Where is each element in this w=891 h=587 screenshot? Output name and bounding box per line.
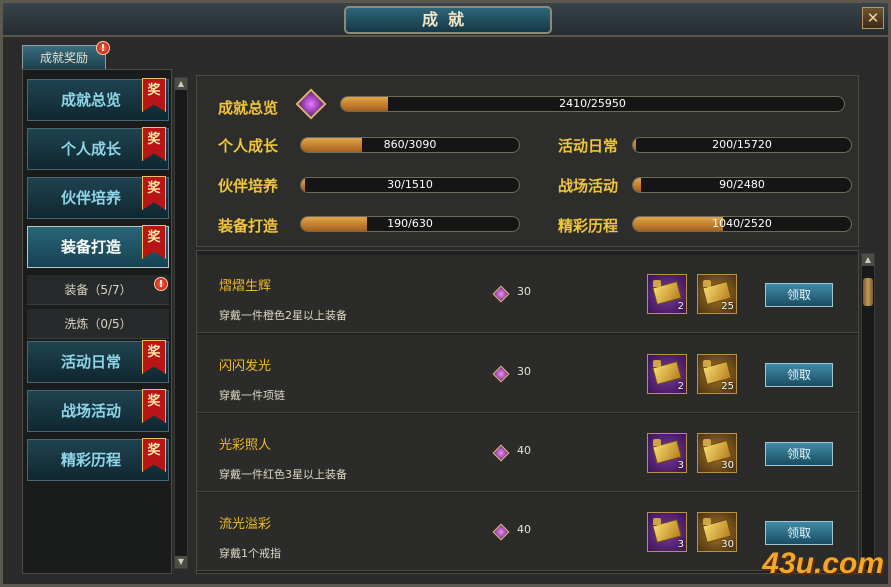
overview-total-bar: 2410/25950 [340, 96, 845, 112]
reward-count: 3 [677, 539, 684, 550]
point-gem-icon [492, 285, 510, 303]
overview-item-label: 活动日常 [558, 137, 619, 155]
scroll-up-icon[interactable]: ▲ [862, 254, 874, 266]
overview-item-bar: 90/2480 [632, 177, 852, 193]
overview-item-bar: 860/3090 [300, 137, 520, 153]
reward-scroll-item[interactable]: 25 [697, 354, 737, 394]
achievement-desc: 穿戴一件项链 [219, 389, 285, 402]
progress-text: 30/1510 [387, 178, 433, 191]
lock-icon [653, 518, 661, 525]
watermark-logo: 43u.com [762, 547, 884, 580]
progress-text: 860/3090 [383, 138, 437, 151]
progress-text: 200/15720 [712, 138, 772, 151]
achievement-points: 30 [517, 285, 531, 298]
lock-icon [703, 280, 711, 287]
achievement-points: 30 [517, 365, 531, 378]
subcategory-equipment[interactable]: 装备（5/7） [27, 275, 169, 305]
overview-item-bar: 200/15720 [632, 137, 852, 153]
achievement-row: 流光溢彩 穿戴1个戒指 40 3 30 领取 [197, 493, 858, 571]
reward-count: 2 [677, 301, 684, 312]
achievement-points: 40 [517, 523, 531, 536]
category-daily-activity[interactable]: 活动日常 奖 [27, 340, 169, 383]
reward-scroll-item[interactable]: 3 [647, 512, 687, 552]
category-battlefield[interactable]: 战场活动 奖 [27, 389, 169, 432]
overview-item-label: 精彩历程 [558, 217, 619, 235]
reward-scroll-item[interactable]: 2 [647, 274, 687, 314]
reward-scroll-item[interactable]: 3 [647, 433, 687, 473]
diamond-gem-icon [295, 88, 327, 120]
overview-item-label: 个人成长 [218, 137, 279, 155]
category-overview[interactable]: 成就总览 奖 [27, 78, 169, 121]
achievement-name: 流光溢彩 [219, 517, 272, 532]
overview-item-label: 战场活动 [558, 177, 619, 195]
progress-text: 2410/25950 [559, 97, 626, 110]
point-gem-icon [492, 365, 510, 383]
lock-icon [653, 439, 661, 446]
reward-scroll-item[interactable]: 2 [647, 354, 687, 394]
category-equipment-forging[interactable]: 装备打造 奖 [27, 225, 169, 268]
category-scrollbar[interactable]: ▲ ▼ [174, 77, 188, 569]
reward-scroll-item[interactable]: 30 [697, 512, 737, 552]
progress-text: 1040/2520 [712, 217, 772, 230]
window-title: 成就 [344, 6, 552, 34]
point-gem-icon [492, 523, 510, 541]
achievement-overview-panel: 成就总览 2410/25950 个人成长 860/3090 活动日常 200/1… [196, 75, 859, 247]
lock-icon [653, 280, 661, 287]
point-gem-icon [492, 444, 510, 462]
reward-count: 25 [721, 381, 734, 392]
achievement-row: 熠熠生辉 穿戴一件橙色2星以上装备 30 2 25 领取 [197, 255, 858, 333]
progress-text: 190/630 [387, 217, 433, 230]
category-highlights[interactable]: 精彩历程 奖 [27, 438, 169, 481]
claim-button[interactable]: 领取 [765, 521, 833, 545]
achievement-name: 熠熠生辉 [219, 279, 272, 294]
scroll-thumb[interactable] [863, 278, 873, 306]
subcategory-refine[interactable]: 洗炼（0/5） [27, 309, 169, 339]
claim-button[interactable]: 领取 [765, 283, 833, 307]
reward-count: 25 [721, 301, 734, 312]
lock-icon [653, 360, 661, 367]
achievement-name: 光彩照人 [219, 438, 272, 453]
achievement-row: 闪闪发光 穿戴一件项链 30 2 25 领取 [197, 335, 858, 413]
achievement-row: 光彩照人 穿戴一件红色3星以上装备 40 3 30 领取 [197, 414, 858, 492]
scroll-down-icon[interactable]: ▼ [175, 556, 187, 568]
claim-button[interactable]: 领取 [765, 363, 833, 387]
achievement-name: 闪闪发光 [219, 359, 272, 374]
reward-count: 3 [677, 460, 684, 471]
achievement-desc: 穿戴1个戒指 [219, 547, 281, 560]
lock-icon [703, 518, 711, 525]
scroll-up-icon[interactable]: ▲ [175, 78, 187, 90]
progress-text: 90/2480 [719, 178, 765, 191]
overview-item-bar: 190/630 [300, 216, 520, 232]
overview-item-label: 装备打造 [218, 217, 279, 235]
overview-item-bar: 1040/2520 [632, 216, 852, 232]
reward-count: 30 [721, 460, 734, 471]
achievement-window: 成就 ✕ 成就奖励 ! ▲ ▼ 成就总览 奖 个人成长 奖 伙伴培养 奖 装备打… [0, 0, 891, 587]
overview-item-bar: 30/1510 [300, 177, 520, 193]
category-partner-training[interactable]: 伙伴培养 奖 [27, 176, 169, 219]
reward-count: 2 [677, 381, 684, 392]
achievement-desc: 穿戴一件橙色2星以上装备 [219, 309, 347, 322]
title-bar: 成就 ✕ [3, 3, 888, 37]
achievement-desc: 穿戴一件红色3星以上装备 [219, 468, 347, 481]
reward-scroll-item[interactable]: 30 [697, 433, 737, 473]
close-button[interactable]: ✕ [862, 7, 884, 29]
category-personal-growth[interactable]: 个人成长 奖 [27, 127, 169, 170]
claim-button[interactable]: 领取 [765, 442, 833, 466]
achievement-scrollbar[interactable]: ▲ [861, 253, 875, 571]
subcategory-alert-icon: ! [154, 277, 168, 291]
overview-item-label: 伙伴培养 [218, 177, 279, 195]
lock-icon [703, 360, 711, 367]
tab-achievement-rewards[interactable]: 成就奖励 [22, 45, 106, 69]
tab-alert-icon: ! [96, 41, 110, 55]
achievement-points: 40 [517, 444, 531, 457]
reward-scroll-item[interactable]: 25 [697, 274, 737, 314]
lock-icon [703, 439, 711, 446]
reward-count: 30 [721, 539, 734, 550]
overview-total-label: 成就总览 [218, 99, 279, 117]
achievement-list: 熠熠生辉 穿戴一件橙色2星以上装备 30 2 25 领取 闪闪发光 穿戴一件项链… [196, 250, 859, 574]
